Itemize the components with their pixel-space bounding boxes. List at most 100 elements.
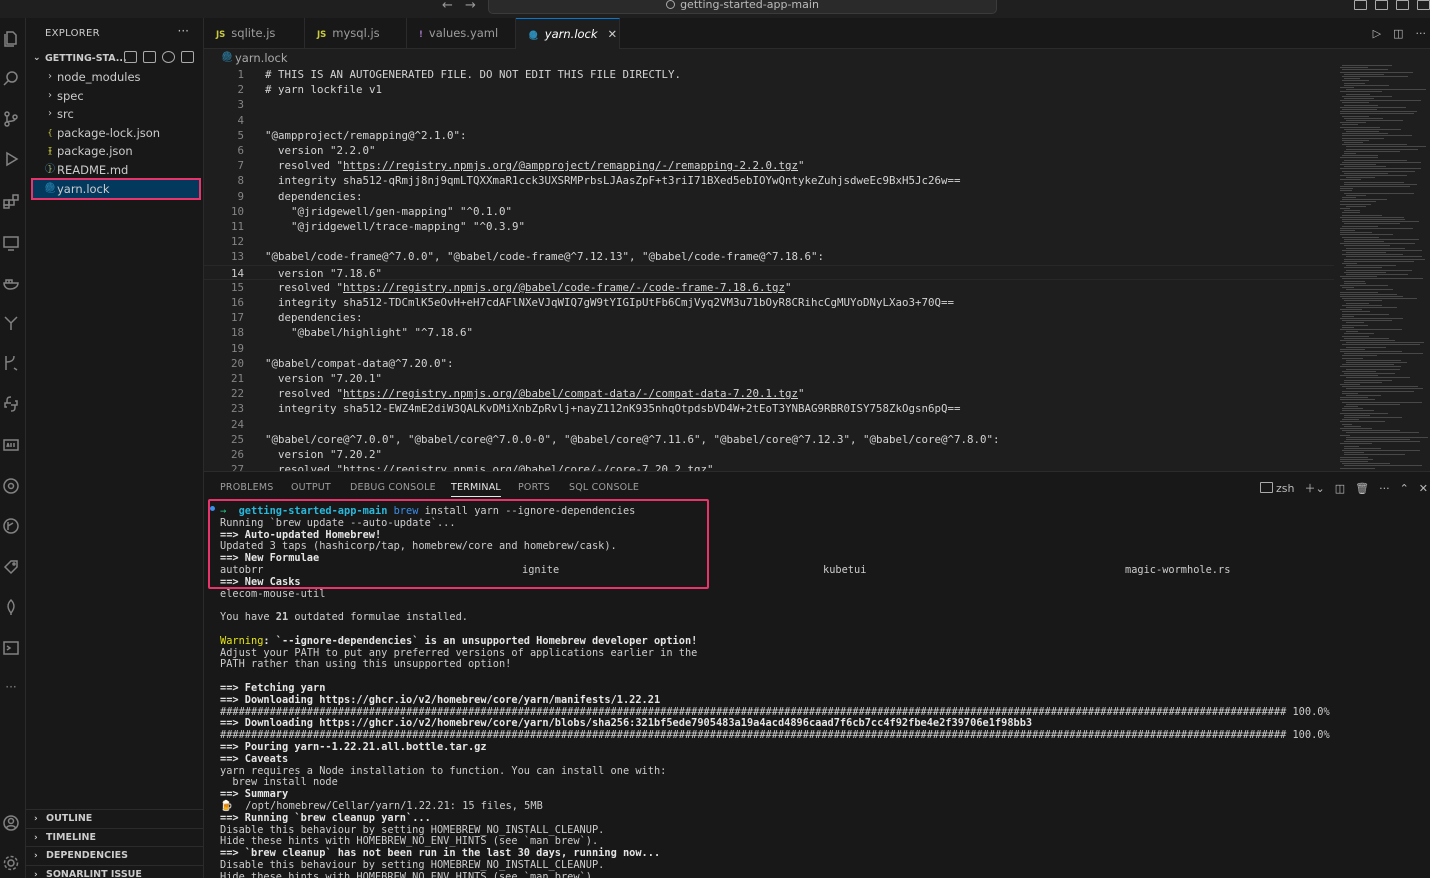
minimap-line	[1342, 315, 1354, 317]
more-actions-icon[interactable]: ···	[178, 24, 189, 38]
minimap-line	[1340, 318, 1404, 319]
minimap-line	[1342, 311, 1371, 313]
tree-item-src[interactable]: › src	[26, 105, 204, 123]
terminal-shell-selector[interactable]: zsh	[1260, 481, 1294, 495]
refresh-icon[interactable]	[162, 51, 175, 63]
section-timeline[interactable]: › TIMELINE	[26, 827, 204, 846]
kill-terminal-icon[interactable]: 🗑︎	[1355, 482, 1369, 495]
back-arrow-icon[interactable]: ←	[442, 0, 453, 12]
code-editor[interactable]: 1 # THIS IS AN AUTOGENERATED FILE. DO NOT…	[204, 67, 1334, 471]
minimap[interactable]	[1334, 49, 1430, 471]
split-terminal-icon[interactable]: ◫	[1335, 482, 1345, 495]
minimap-line	[1344, 441, 1420, 443]
toggle-panel-icon[interactable]	[1375, 0, 1388, 10]
new-terminal-icon[interactable]: ＋⌄	[1304, 480, 1324, 496]
minimap-line	[1340, 348, 1366, 350]
minimap-line	[1340, 351, 1403, 352]
python-icon[interactable]	[2, 395, 20, 413]
breadcrumb-file[interactable]: yarn.lock	[235, 49, 288, 67]
minimap-line	[1342, 357, 1364, 359]
toggle-sidebar-icon[interactable]	[1354, 0, 1367, 10]
panel-tab-sql-console[interactable]: SQL CONSOLE	[569, 482, 639, 493]
toggle-secondary-sidebar-icon[interactable]	[1396, 0, 1409, 10]
minimap-line	[1342, 419, 1359, 421]
minimap-line	[1340, 203, 1372, 205]
line-number: 19	[230, 341, 244, 355]
api-icon[interactable]	[2, 436, 20, 454]
minimap-line	[1344, 282, 1367, 284]
terminal-output[interactable]: → getting-started-app-main brew install …	[204, 502, 1430, 878]
settings-gear-icon[interactable]	[2, 854, 20, 872]
panel-tab-terminal[interactable]: TERMINAL	[451, 482, 501, 497]
line-number: 16	[230, 296, 244, 309]
tree-item-readme-md[interactable]: ⓘ README.md	[26, 161, 204, 179]
line-number: 11	[230, 220, 244, 233]
run-icon[interactable]: ▷	[1373, 27, 1381, 40]
remote-explorer-icon[interactable]	[2, 234, 20, 252]
split-editor-icon[interactable]: ◫	[1393, 27, 1403, 40]
new-file-icon[interactable]	[124, 51, 137, 63]
minimap-line	[1344, 159, 1408, 161]
tab-sqlite-js[interactable]: JS sqlite.js	[204, 18, 305, 49]
forward-arrow-icon[interactable]: →	[465, 0, 476, 12]
extensions-icon[interactable]	[2, 192, 20, 210]
panel-tab-ports[interactable]: PORTS	[518, 482, 550, 493]
minimap-line	[1344, 465, 1422, 467]
code-line: 10 "@jridgewell/gen-mapping" "^0.1.0"	[204, 204, 1334, 219]
docker-icon[interactable]	[2, 274, 20, 292]
maximize-panel-icon[interactable]: ⌃	[1400, 482, 1409, 495]
more-views-icon[interactable]: ···	[2, 680, 20, 698]
run-debug-icon[interactable]	[2, 150, 20, 168]
close-panel-icon[interactable]: ✕	[1419, 482, 1428, 495]
panel-tab-output[interactable]: OUTPUT	[291, 482, 331, 493]
timeline-circle-icon[interactable]	[2, 477, 20, 495]
prompt-directory: getting-started-app-main	[238, 505, 388, 517]
source-control-icon[interactable]	[2, 110, 20, 128]
more-actions-icon[interactable]: ···	[1379, 482, 1390, 495]
breadcrumb[interactable]: 🧶︎ yarn.lock	[204, 49, 1334, 67]
search-icon[interactable]	[2, 70, 20, 88]
minimap-line	[1346, 346, 1386, 348]
tab-label: values.yaml	[428, 26, 499, 40]
section-dependencies[interactable]: › DEPENDENCIES	[26, 846, 204, 864]
close-icon[interactable]: ✕	[608, 19, 618, 50]
panel-tab-debug-console[interactable]: DEBUG CONSOLE	[350, 482, 436, 493]
line-text: "@babel/code-frame@^7.0.0", "@babel/code…	[265, 250, 825, 264]
gitlens-icon[interactable]	[2, 314, 20, 332]
tree-item-spec[interactable]: › spec	[26, 87, 204, 105]
customize-layout-icon[interactable]	[1417, 0, 1430, 10]
tree-item-package-lock-json[interactable]: { } package-lock.json	[26, 124, 204, 155]
tab-yarn-lock[interactable]: 🧶︎ yarn.lock ✕	[516, 18, 620, 49]
tag-icon[interactable]	[2, 558, 20, 576]
panel-tab-problems[interactable]: PROBLEMS	[220, 482, 273, 493]
explorer-icon[interactable]	[2, 30, 20, 48]
javascript-icon: JS	[216, 30, 226, 40]
collapse-all-icon[interactable]	[181, 51, 194, 63]
tree-item-node-modules[interactable]: › node_modules	[26, 68, 204, 86]
branches-icon[interactable]	[2, 354, 20, 372]
new-folder-icon[interactable]	[143, 51, 156, 63]
section-sonarlint-issue-locations[interactable]: › SONARLINT ISSUE LOCATIONS	[26, 864, 204, 878]
tab-mysql-js[interactable]: JS mysql.js	[305, 18, 407, 49]
mongodb-leaf-icon[interactable]	[2, 598, 20, 616]
minimap-line	[1346, 146, 1426, 148]
tree-item-package-json[interactable]: { } package.json	[26, 142, 204, 173]
tree-item-yarn-lock[interactable]: 🧶︎ yarn.lock	[31, 177, 201, 200]
more-actions-icon[interactable]: ···	[1416, 27, 1427, 40]
terminal-icon	[1260, 482, 1273, 493]
minimap-line	[1342, 161, 1421, 163]
minimap-line	[1344, 417, 1402, 418]
project-folder-header[interactable]: ⌄ GETTING-STA...	[26, 50, 204, 68]
section-outline[interactable]: › OUTLINE	[26, 809, 204, 827]
chevron-right-icon: ›	[34, 814, 38, 824]
minimap-line	[1342, 320, 1392, 322]
accounts-icon[interactable]	[2, 814, 20, 832]
tree-item-label: src	[57, 107, 74, 122]
git-graph-icon[interactable]	[2, 517, 20, 535]
minimap-line	[1344, 379, 1392, 381]
tab-values-yaml[interactable]: ! values.yaml	[407, 18, 516, 49]
code-line: 21 version "7.20.1"	[204, 371, 1334, 386]
command-center[interactable]: getting-started-app-main	[488, 0, 997, 14]
minimap-line	[1344, 425, 1362, 427]
terminal-icon[interactable]	[2, 639, 20, 657]
